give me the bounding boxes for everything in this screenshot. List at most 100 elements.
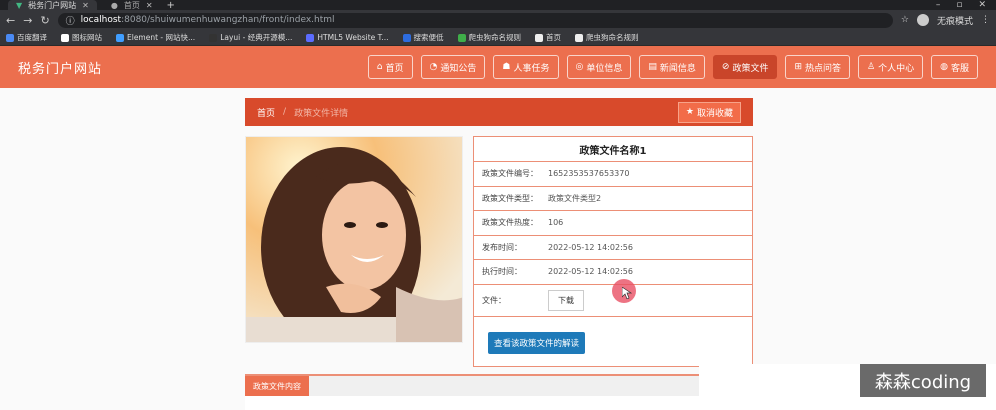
back-icon[interactable]: ← [6, 14, 15, 27]
nav-label: 热点问答 [805, 63, 842, 74]
site-title: 税务门户网站 [18, 61, 103, 77]
reload-icon[interactable]: ↻ [40, 14, 49, 27]
user-icon: ♙ [867, 62, 876, 72]
browser-tab-2[interactable]: ● 首页 ✕ [103, 0, 161, 10]
nav-label: 政策文件 [732, 63, 769, 74]
view-interpretation-button[interactable]: 查看该政策文件的解读 [488, 332, 586, 354]
policy-icon: ⊘ [721, 62, 730, 72]
new-tab-button[interactable]: + [167, 0, 175, 11]
incognito-avatar[interactable] [916, 14, 929, 26]
minimize-icon[interactable]: – [936, 0, 941, 10]
bookmark-icon [306, 33, 315, 42]
policy-content-panel: 政策文件内容 [245, 374, 753, 410]
window-controls: – ▫ ✕ [936, 0, 996, 10]
nav-user[interactable]: ♙ 个人中心 [858, 55, 924, 79]
nav-home[interactable]: ⌂ 首页 [367, 55, 413, 79]
unfavorite-label: 取消收藏 [696, 108, 733, 119]
incognito-label: 无痕模式 [936, 16, 973, 27]
download-button[interactable]: 下载 [548, 289, 584, 311]
nav-label: 首页 [385, 63, 404, 74]
detail-row: 政策文件类型： 政策文件类型2 [474, 187, 752, 211]
bookmark-item[interactable]: Layui - 经典开源模... [209, 32, 292, 43]
bookmark-label: 百度翻译 [17, 33, 47, 42]
detail-row: 政策文件编号： 1652353537653370 [474, 162, 752, 187]
url-field[interactable]: ⓘ localhost:8080/shuiwumenhuwangzhan/fro… [57, 12, 893, 28]
bookmark-item[interactable]: 图标网站 [61, 32, 102, 43]
page-body: 首页 / 政策文件详情 ★ 取消收藏 政策文件名称1 政策文件编号： 16523… [0, 88, 996, 410]
nav-pin[interactable]: ◎ 单位信息 [566, 55, 632, 79]
nav-policy[interactable]: ⊘ 政策文件 [712, 55, 778, 79]
pin-icon: ◎ [575, 62, 584, 72]
policy-image [245, 136, 463, 343]
menu-icon[interactable]: ⋮ [981, 15, 990, 25]
policy-title: 政策文件名称1 [474, 137, 752, 162]
detail-value: 2022-05-12 14:02:56 [548, 242, 633, 252]
bookmark-icon [402, 33, 411, 42]
detail-value: 政策文件类型2 [548, 193, 602, 203]
breadcrumb-home[interactable]: 首页 [257, 106, 275, 119]
breadcrumb-separator: / [283, 107, 287, 117]
detail-key: 政策文件热度： [482, 218, 538, 228]
nav-bell[interactable]: ◔ 通知公告 [420, 55, 486, 79]
site-header: 税务门户网站 ⌂ 首页 ◔ 通知公告 ☗ 人事任务 ◎ 单位信息 ▤ 新闻信息 ⊘ 政策文件 ⊞ 热点问答… [0, 46, 996, 88]
forward-icon[interactable]: → [23, 14, 32, 27]
bookmark-label: 搜索便低 [413, 33, 444, 42]
browser-tab-bar: ▼ 税务门户网站 ✕ ● 首页 ✕ + – ▫ ✕ [0, 0, 996, 11]
bookmark-item[interactable]: 百度翻译 [6, 32, 47, 43]
nav-label: 个人中心 [878, 63, 915, 74]
detail-key: 发布时间： [482, 242, 522, 252]
tab-strip [305, 376, 753, 396]
qa-icon: ⊞ [794, 62, 803, 72]
bookmark-icon [457, 33, 466, 42]
portrait-photo [246, 137, 462, 342]
star-icon: ★ [685, 107, 694, 117]
bookmark-icon [535, 33, 544, 42]
home-icon: ⌂ [376, 62, 383, 72]
close-tab-icon[interactable]: ✕ [146, 1, 153, 10]
vue-icon: ▼ [16, 0, 23, 10]
nav-chat[interactable]: ◍ 客服 [931, 55, 978, 79]
detail-row: 发布时间： 2022-05-12 14:02:56 [474, 236, 752, 260]
bookmark-item[interactable]: 首页 [535, 32, 561, 43]
bookmark-label: 图标网站 [72, 33, 102, 42]
bookmark-icon [209, 33, 218, 42]
close-window-icon[interactable]: ✕ [978, 0, 986, 10]
bookmark-item[interactable]: HTML5 Website T... [306, 33, 389, 42]
detail-value: 106 [548, 218, 564, 228]
bookmark-label: Layui - 经典开源模... [220, 33, 293, 42]
maximize-icon[interactable]: ▫ [956, 0, 962, 10]
bookmark-label: Element - 网站快... [127, 33, 196, 42]
browser-tab-label: 首页 [123, 0, 140, 10]
bookmark-label: 爬虫狗命名规则 [468, 33, 522, 42]
nav-users[interactable]: ☗ 人事任务 [493, 55, 559, 79]
bookmark-item[interactable]: 爬虫狗命名规则 [575, 32, 639, 43]
close-tab-icon[interactable]: ✕ [82, 1, 89, 10]
bookmark-icon [6, 33, 14, 42]
bookmark-label: HTML5 Website T... [317, 33, 389, 42]
bookmark-item[interactable]: Element - 网站快... [116, 32, 195, 43]
news-icon: ▤ [648, 62, 657, 72]
bookmark-item[interactable]: 爬虫狗命名规则 [457, 32, 522, 43]
browser-tab-label: 税务门户网站 [28, 0, 77, 10]
bookmark-item[interactable]: 搜索便低 [402, 32, 444, 43]
url-host: localhost [80, 15, 122, 25]
bookmarks-bar: 百度翻译 图标网站 Element - 网站快... Layui - 经典开源模...… [0, 30, 996, 46]
star-icon[interactable]: ☆ [901, 15, 909, 25]
detail-key: 政策文件类型： [482, 193, 538, 203]
address-bar: ← → ↻ ⓘ localhost:8080/shuiwumenhuwangzh… [0, 10, 996, 30]
watermark: 森森coding [860, 364, 986, 397]
nav-qa[interactable]: ⊞ 热点问答 [785, 55, 851, 79]
nav-label: 客服 [950, 63, 969, 74]
bookmark-label: 爬虫狗命名规则 [586, 33, 639, 42]
browser-tab-1[interactable]: ▼ 税务门户网站 ✕ [8, 0, 97, 10]
detail-row: 执行时间： 2022-05-12 14:02:56 [474, 260, 752, 285]
unfavorite-button[interactable]: ★ 取消收藏 [677, 101, 741, 123]
bookmark-label: 首页 [546, 33, 562, 42]
site-nav: ⌂ 首页 ◔ 通知公告 ☗ 人事任务 ◎ 单位信息 ▤ 新闻信息 ⊘ 政策文件 ⊞ 热点问答 ♙ 个人中心 ◍ 客… [367, 55, 978, 79]
tab-policy-content[interactable]: 政策文件内容 [245, 376, 309, 396]
url-path: :8080/shuiwumenhuwangzhan/front/index.ht… [121, 15, 335, 25]
nav-label: 人事任务 [513, 63, 550, 74]
nav-news[interactable]: ▤ 新闻信息 [639, 55, 705, 79]
detail-value: 1652353537653370 [548, 169, 630, 179]
policy-detail-panel: 政策文件名称1 政策文件编号： 1652353537653370 政策文件类型： 政策… [473, 136, 753, 367]
